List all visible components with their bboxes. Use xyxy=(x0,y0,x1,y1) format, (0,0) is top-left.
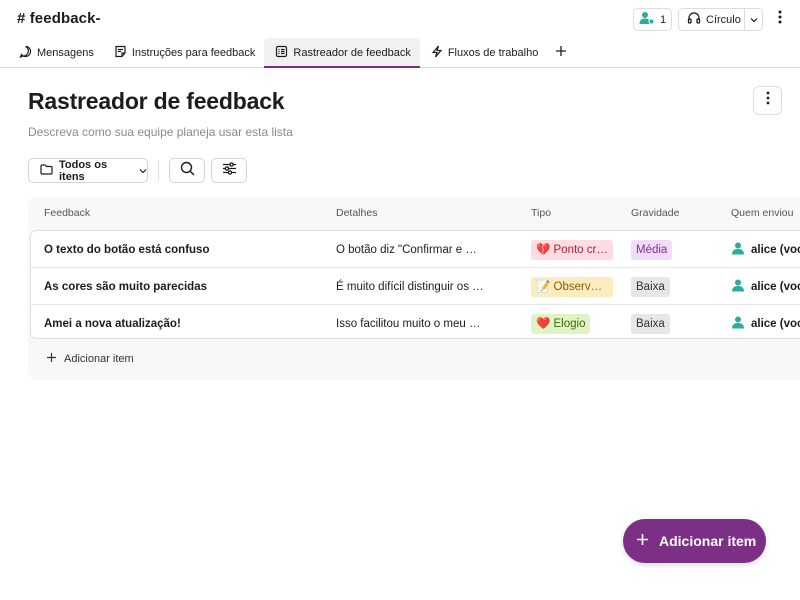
canvas-icon xyxy=(114,45,127,61)
tab-label: Fluxos de trabalho xyxy=(447,47,539,59)
tab-label: Mensagens xyxy=(37,47,94,59)
filter-settings-button[interactable] xyxy=(211,158,247,183)
gravidade-cell[interactable]: Média xyxy=(631,231,691,268)
table-row[interactable]: O texto do botão está confuso O botão di… xyxy=(31,231,800,268)
tab-fluxos[interactable]: Fluxos de trabalho xyxy=(420,38,548,68)
list-icon xyxy=(275,45,288,61)
huddle-label: Círculo xyxy=(706,13,741,26)
channel-header: # feedback- 1 Círculo Mensagens Instruçõ… xyxy=(0,0,800,68)
details-cell[interactable]: É muito difícil distinguir os … xyxy=(336,268,496,305)
tipo-tag: 💔 Ponto crí… xyxy=(531,239,613,260)
view-filter-dropdown[interactable]: Todos os itens xyxy=(28,158,148,183)
huddle-button[interactable]: Círculo xyxy=(678,8,763,31)
plus-icon xyxy=(636,533,649,549)
add-item-fab[interactable]: Adicionar item xyxy=(623,519,766,563)
who-cell[interactable]: alice (voc xyxy=(731,231,800,268)
more-vertical-icon xyxy=(778,10,782,29)
huddle-start[interactable]: Círculo xyxy=(679,9,745,30)
tab-instrucoes[interactable]: Instruções para feedback xyxy=(103,38,265,68)
chevron-down-icon xyxy=(139,165,147,177)
members-count: 1 xyxy=(659,13,667,26)
column-header-gravidade[interactable]: Gravidade xyxy=(631,207,679,219)
page-title: Rastreador de feedback xyxy=(28,88,285,114)
list-table: Feedback Detalhes Tipo Gravidade Quem en… xyxy=(28,197,800,380)
plus-icon xyxy=(555,44,567,62)
tab-label: Instruções para feedback xyxy=(131,47,256,59)
user-name: alice (voc xyxy=(751,243,800,256)
channel-more-button[interactable] xyxy=(772,8,788,30)
member-avatar-icon xyxy=(639,11,655,28)
details-cell[interactable]: Isso facilitou muito o meu … xyxy=(336,305,496,338)
folder-icon xyxy=(40,163,53,178)
tab-rastreador[interactable]: Rastreador de feedback xyxy=(264,38,421,68)
page-description[interactable]: Descreva como sua equipe planeja usar es… xyxy=(28,125,293,139)
more-vertical-icon xyxy=(766,91,770,110)
feedback-cell[interactable]: O texto do botão está confuso xyxy=(44,231,314,268)
gravidade-tag: Baixa xyxy=(631,313,670,334)
column-header-detalhes[interactable]: Detalhes xyxy=(336,207,377,219)
search-button[interactable] xyxy=(169,158,205,183)
column-header-quem-enviou[interactable]: Quem enviou xyxy=(731,207,793,219)
members-button[interactable]: 1 xyxy=(633,8,672,31)
search-icon xyxy=(180,161,195,181)
headphones-icon xyxy=(687,11,701,28)
add-tab-button[interactable] xyxy=(547,38,575,68)
tipo-tag: ❤️ Elogio xyxy=(531,313,591,334)
gravidade-tag: Média xyxy=(631,239,673,260)
gravidade-cell[interactable]: Baixa xyxy=(631,305,691,338)
who-cell[interactable]: alice (voc xyxy=(731,305,800,338)
user-name: alice (voc xyxy=(751,317,800,330)
details-cell[interactable]: O botão diz "Confirmar e … xyxy=(336,231,496,268)
table-row[interactable]: As cores são muito parecidas É muito dif… xyxy=(31,268,800,305)
who-cell[interactable]: alice (voc xyxy=(731,268,800,305)
user-name: alice (voc xyxy=(751,280,800,293)
feedback-cell[interactable]: As cores são muito parecidas xyxy=(44,268,314,305)
channel-name[interactable]: # feedback- xyxy=(17,10,101,27)
tipo-cell[interactable]: ❤️ Elogio xyxy=(531,305,621,338)
add-item-row-button[interactable]: Adicionar item xyxy=(46,352,134,366)
toolbar-divider xyxy=(158,160,159,181)
table-header: Feedback Detalhes Tipo Gravidade Quem en… xyxy=(28,197,800,230)
tipo-cell[interactable]: 📝 Observa… xyxy=(531,268,621,305)
user-avatar-icon xyxy=(731,278,745,295)
table-row[interactable]: Amei a nova atualização! Isso facilitou … xyxy=(31,305,800,338)
fab-label: Adicionar item xyxy=(659,533,757,549)
feedback-cell[interactable]: Amei a nova atualização! xyxy=(44,305,314,338)
column-header-feedback[interactable]: Feedback xyxy=(44,207,90,219)
user-avatar-icon xyxy=(731,315,745,332)
plus-icon xyxy=(46,352,57,366)
chat-bubble-icon xyxy=(19,45,32,61)
sliders-icon xyxy=(222,161,237,180)
tab-label: Rastreador de feedback xyxy=(293,47,411,59)
filter-label: Todos os itens xyxy=(59,158,108,183)
table-body: O texto do botão está confuso O botão di… xyxy=(30,230,800,339)
list-more-button[interactable] xyxy=(753,86,782,115)
channel-tabs: Mensagens Instruções para feedback Rastr… xyxy=(8,38,575,68)
add-item-label: Adicionar item xyxy=(64,353,134,365)
tipo-cell[interactable]: 💔 Ponto crí… xyxy=(531,231,621,268)
gravidade-cell[interactable]: Baixa xyxy=(631,268,691,305)
tab-mensagens[interactable]: Mensagens xyxy=(8,38,103,68)
chevron-down-icon xyxy=(750,14,758,26)
user-avatar-icon xyxy=(731,241,745,258)
lightning-icon xyxy=(431,45,443,61)
column-header-tipo[interactable]: Tipo xyxy=(531,207,551,219)
huddle-options[interactable] xyxy=(745,9,762,30)
gravidade-tag: Baixa xyxy=(631,276,670,297)
tipo-tag: 📝 Observa… xyxy=(531,276,613,297)
